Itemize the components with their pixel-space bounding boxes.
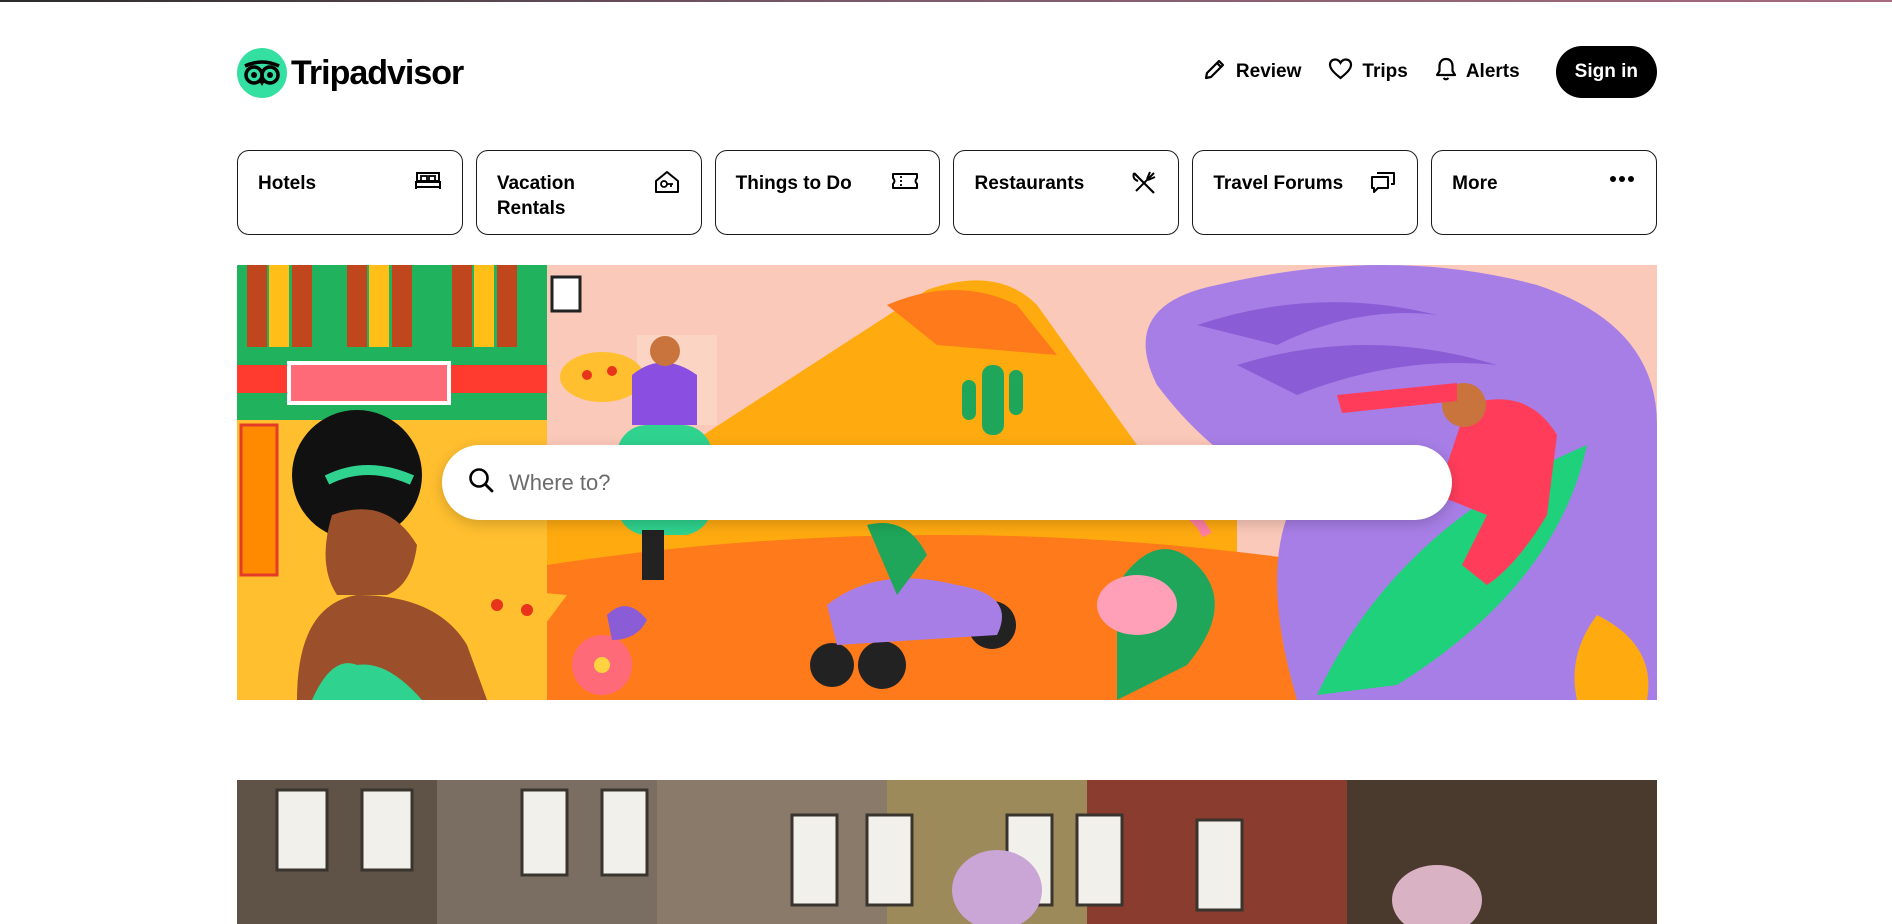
tile-label: Travel Forums (1213, 173, 1344, 194)
trips-label: Trips (1362, 61, 1408, 82)
sign-in-button[interactable]: Sign in (1555, 46, 1657, 98)
tile-restaurants[interactable]: Restaurants (953, 150, 1180, 235)
featured-photo-image (237, 780, 1657, 924)
owl-logo-icon (237, 48, 287, 98)
tile-label: Vacation Rentals (496, 173, 575, 219)
search-icon (467, 466, 495, 499)
tile-label: Things to Do (735, 173, 852, 194)
hero-banner (237, 265, 1657, 700)
alerts-link[interactable]: Alerts (1434, 56, 1520, 88)
ticket-icon (891, 169, 919, 198)
chat-bubbles-icon (1369, 169, 1397, 200)
tile-travel-forums[interactable]: Travel Forums (1192, 150, 1419, 235)
search-bar[interactable] (442, 445, 1452, 520)
alerts-label: Alerts (1465, 61, 1520, 82)
brand-name: Tripadvisor (291, 54, 464, 92)
tile-label: Hotels (258, 173, 317, 194)
pencil-icon (1202, 56, 1236, 88)
tile-more[interactable]: More (1431, 150, 1657, 235)
more-dots-icon (1608, 169, 1636, 194)
bed-icon (414, 169, 442, 198)
search-input[interactable] (509, 469, 1409, 496)
header-nav: Review Trips Alerts Sign in (1202, 46, 1657, 98)
top-accent-line (0, 0, 1892, 2)
category-tiles: Hotels Vacation Rentals Things to Do Res… (237, 150, 1657, 235)
tile-hotels[interactable]: Hotels (237, 150, 463, 235)
tripadvisor-logo[interactable]: Tripadvisor (237, 48, 464, 98)
review-label: Review (1235, 61, 1302, 82)
trips-link[interactable]: Trips (1327, 56, 1408, 88)
site-header: Tripadvisor Review Trips Alerts Sign in (237, 46, 1657, 98)
heart-icon (1327, 56, 1362, 88)
tile-vacation-rentals[interactable]: Vacation Rentals (475, 150, 702, 235)
review-link[interactable]: Review (1202, 56, 1301, 88)
tile-things-to-do[interactable]: Things to Do (714, 150, 941, 235)
fork-knife-icon (1130, 169, 1158, 202)
house-key-icon (653, 169, 681, 200)
tile-label: Restaurants (974, 173, 1085, 194)
tile-label: More (1452, 173, 1498, 194)
bell-icon (1434, 56, 1466, 88)
featured-photo (237, 780, 1657, 924)
